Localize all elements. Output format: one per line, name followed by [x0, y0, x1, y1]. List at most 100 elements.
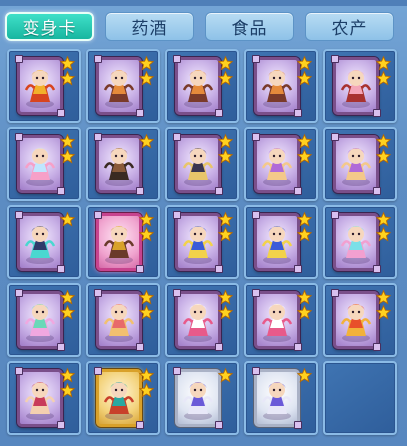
star-icon: [218, 305, 233, 320]
transformation-card-icon: [15, 289, 65, 351]
fox-warrior-icon: [103, 70, 135, 109]
star-icon: [297, 212, 312, 227]
transformation-card-icon: [331, 133, 381, 195]
star-icon: [218, 56, 233, 71]
inventory-slot[interactable]: [244, 361, 318, 435]
star-icon: [60, 71, 75, 86]
star-icon: [376, 305, 391, 320]
armored-general-icon: [261, 226, 293, 265]
star-rating: [297, 134, 312, 164]
butterfly-fairy-icon: [24, 304, 56, 343]
celestial-warrior-icon: [103, 382, 135, 421]
inventory-panel: 变身卡 药酒 食品 农产: [0, 0, 407, 446]
tab-potions[interactable]: 药酒: [105, 12, 194, 41]
inventory-slot[interactable]: [86, 49, 160, 123]
star-icon: [376, 227, 391, 242]
transformation-card-icon: [15, 55, 65, 117]
inventory-slot[interactable]: [323, 283, 397, 357]
inventory-slot[interactable]: [86, 283, 160, 357]
black-horse-rider-icon: [182, 148, 214, 187]
inventory-slot[interactable]: [165, 283, 239, 357]
inventory-slot[interactable]: [165, 49, 239, 123]
transformation-card-icon: [94, 289, 144, 351]
star-icon: [60, 368, 75, 383]
tab-produce[interactable]: 农产: [305, 12, 394, 41]
star-icon: [139, 134, 154, 149]
transformation-card-icon: [15, 133, 65, 195]
transformation-card-icon: [15, 211, 65, 273]
star-icon: [139, 383, 154, 398]
transformation-card-icon: [94, 367, 144, 429]
star-rating: [60, 212, 75, 227]
transformation-card-icon: [94, 133, 144, 195]
inventory-slot[interactable]: [7, 49, 81, 123]
star-rating: [376, 212, 391, 242]
star-icon: [139, 212, 154, 227]
tab-transformation-cards[interactable]: 变身卡: [5, 12, 94, 41]
star-rating: [60, 134, 75, 164]
inventory-slot[interactable]: [7, 283, 81, 357]
category-tabs: 变身卡 药酒 食品 农产: [5, 12, 394, 41]
transformation-card-icon: [331, 211, 381, 273]
inventory-slot[interactable]: [86, 127, 160, 201]
star-icon: [218, 227, 233, 242]
armored-general-icon: [182, 226, 214, 265]
inventory-slot[interactable]: [244, 205, 318, 279]
star-rating: [218, 368, 233, 383]
tab-food[interactable]: 食品: [205, 12, 294, 41]
water-spirit-icon: [340, 226, 372, 265]
star-icon: [60, 383, 75, 398]
item-grid: [7, 49, 397, 435]
star-icon: [376, 290, 391, 305]
star-icon: [60, 134, 75, 149]
winged-girl-icon: [103, 304, 135, 343]
silver-knight-icon: [261, 382, 293, 421]
transformation-card-icon: [252, 133, 302, 195]
pig-spirit-icon: [340, 70, 372, 109]
inventory-slot[interactable]: [323, 205, 397, 279]
transformation-card-icon: [173, 367, 223, 429]
star-icon: [60, 56, 75, 71]
star-rating: [60, 368, 75, 398]
transformation-card-icon: [173, 55, 223, 117]
star-rating: [376, 56, 391, 86]
jade-rabbit-icon: [182, 304, 214, 343]
star-icon: [297, 305, 312, 320]
star-rating: [376, 134, 391, 164]
star-icon: [139, 227, 154, 242]
transformation-card-icon: [252, 289, 302, 351]
inventory-slot[interactable]: [165, 205, 239, 279]
silver-knight-icon: [182, 382, 214, 421]
star-icon: [218, 212, 233, 227]
star-icon: [218, 134, 233, 149]
inventory-slot[interactable]: [7, 127, 81, 201]
transformation-card-icon: [331, 289, 381, 351]
transformation-card-icon: [173, 211, 223, 273]
star-icon: [297, 71, 312, 86]
star-rating: [139, 368, 154, 398]
dancing-maiden-icon: [24, 382, 56, 421]
star-icon: [297, 134, 312, 149]
inventory-slot[interactable]: [323, 127, 397, 201]
purple-fairy-icon: [340, 148, 372, 187]
inventory-slot[interactable]: [244, 49, 318, 123]
inventory-slot[interactable]: [323, 49, 397, 123]
star-icon: [376, 149, 391, 164]
inventory-slot[interactable]: [86, 361, 160, 435]
fire-monkey-icon: [340, 304, 372, 343]
transformation-card-icon: [252, 55, 302, 117]
star-rating: [297, 368, 312, 383]
inventory-slot[interactable]: [86, 205, 160, 279]
star-icon: [376, 134, 391, 149]
inventory-slot[interactable]: [7, 361, 81, 435]
inventory-slot[interactable]: [7, 205, 81, 279]
inventory-slot[interactable]: [165, 361, 239, 435]
star-icon: [60, 212, 75, 227]
bull-demon-icon: [103, 148, 135, 187]
star-rating: [218, 290, 233, 320]
inventory-slot[interactable]: [165, 127, 239, 201]
inventory-slot[interactable]: [244, 283, 318, 357]
star-rating: [297, 212, 312, 242]
inventory-slot[interactable]: [244, 127, 318, 201]
golden-warrior-icon: [103, 226, 135, 265]
